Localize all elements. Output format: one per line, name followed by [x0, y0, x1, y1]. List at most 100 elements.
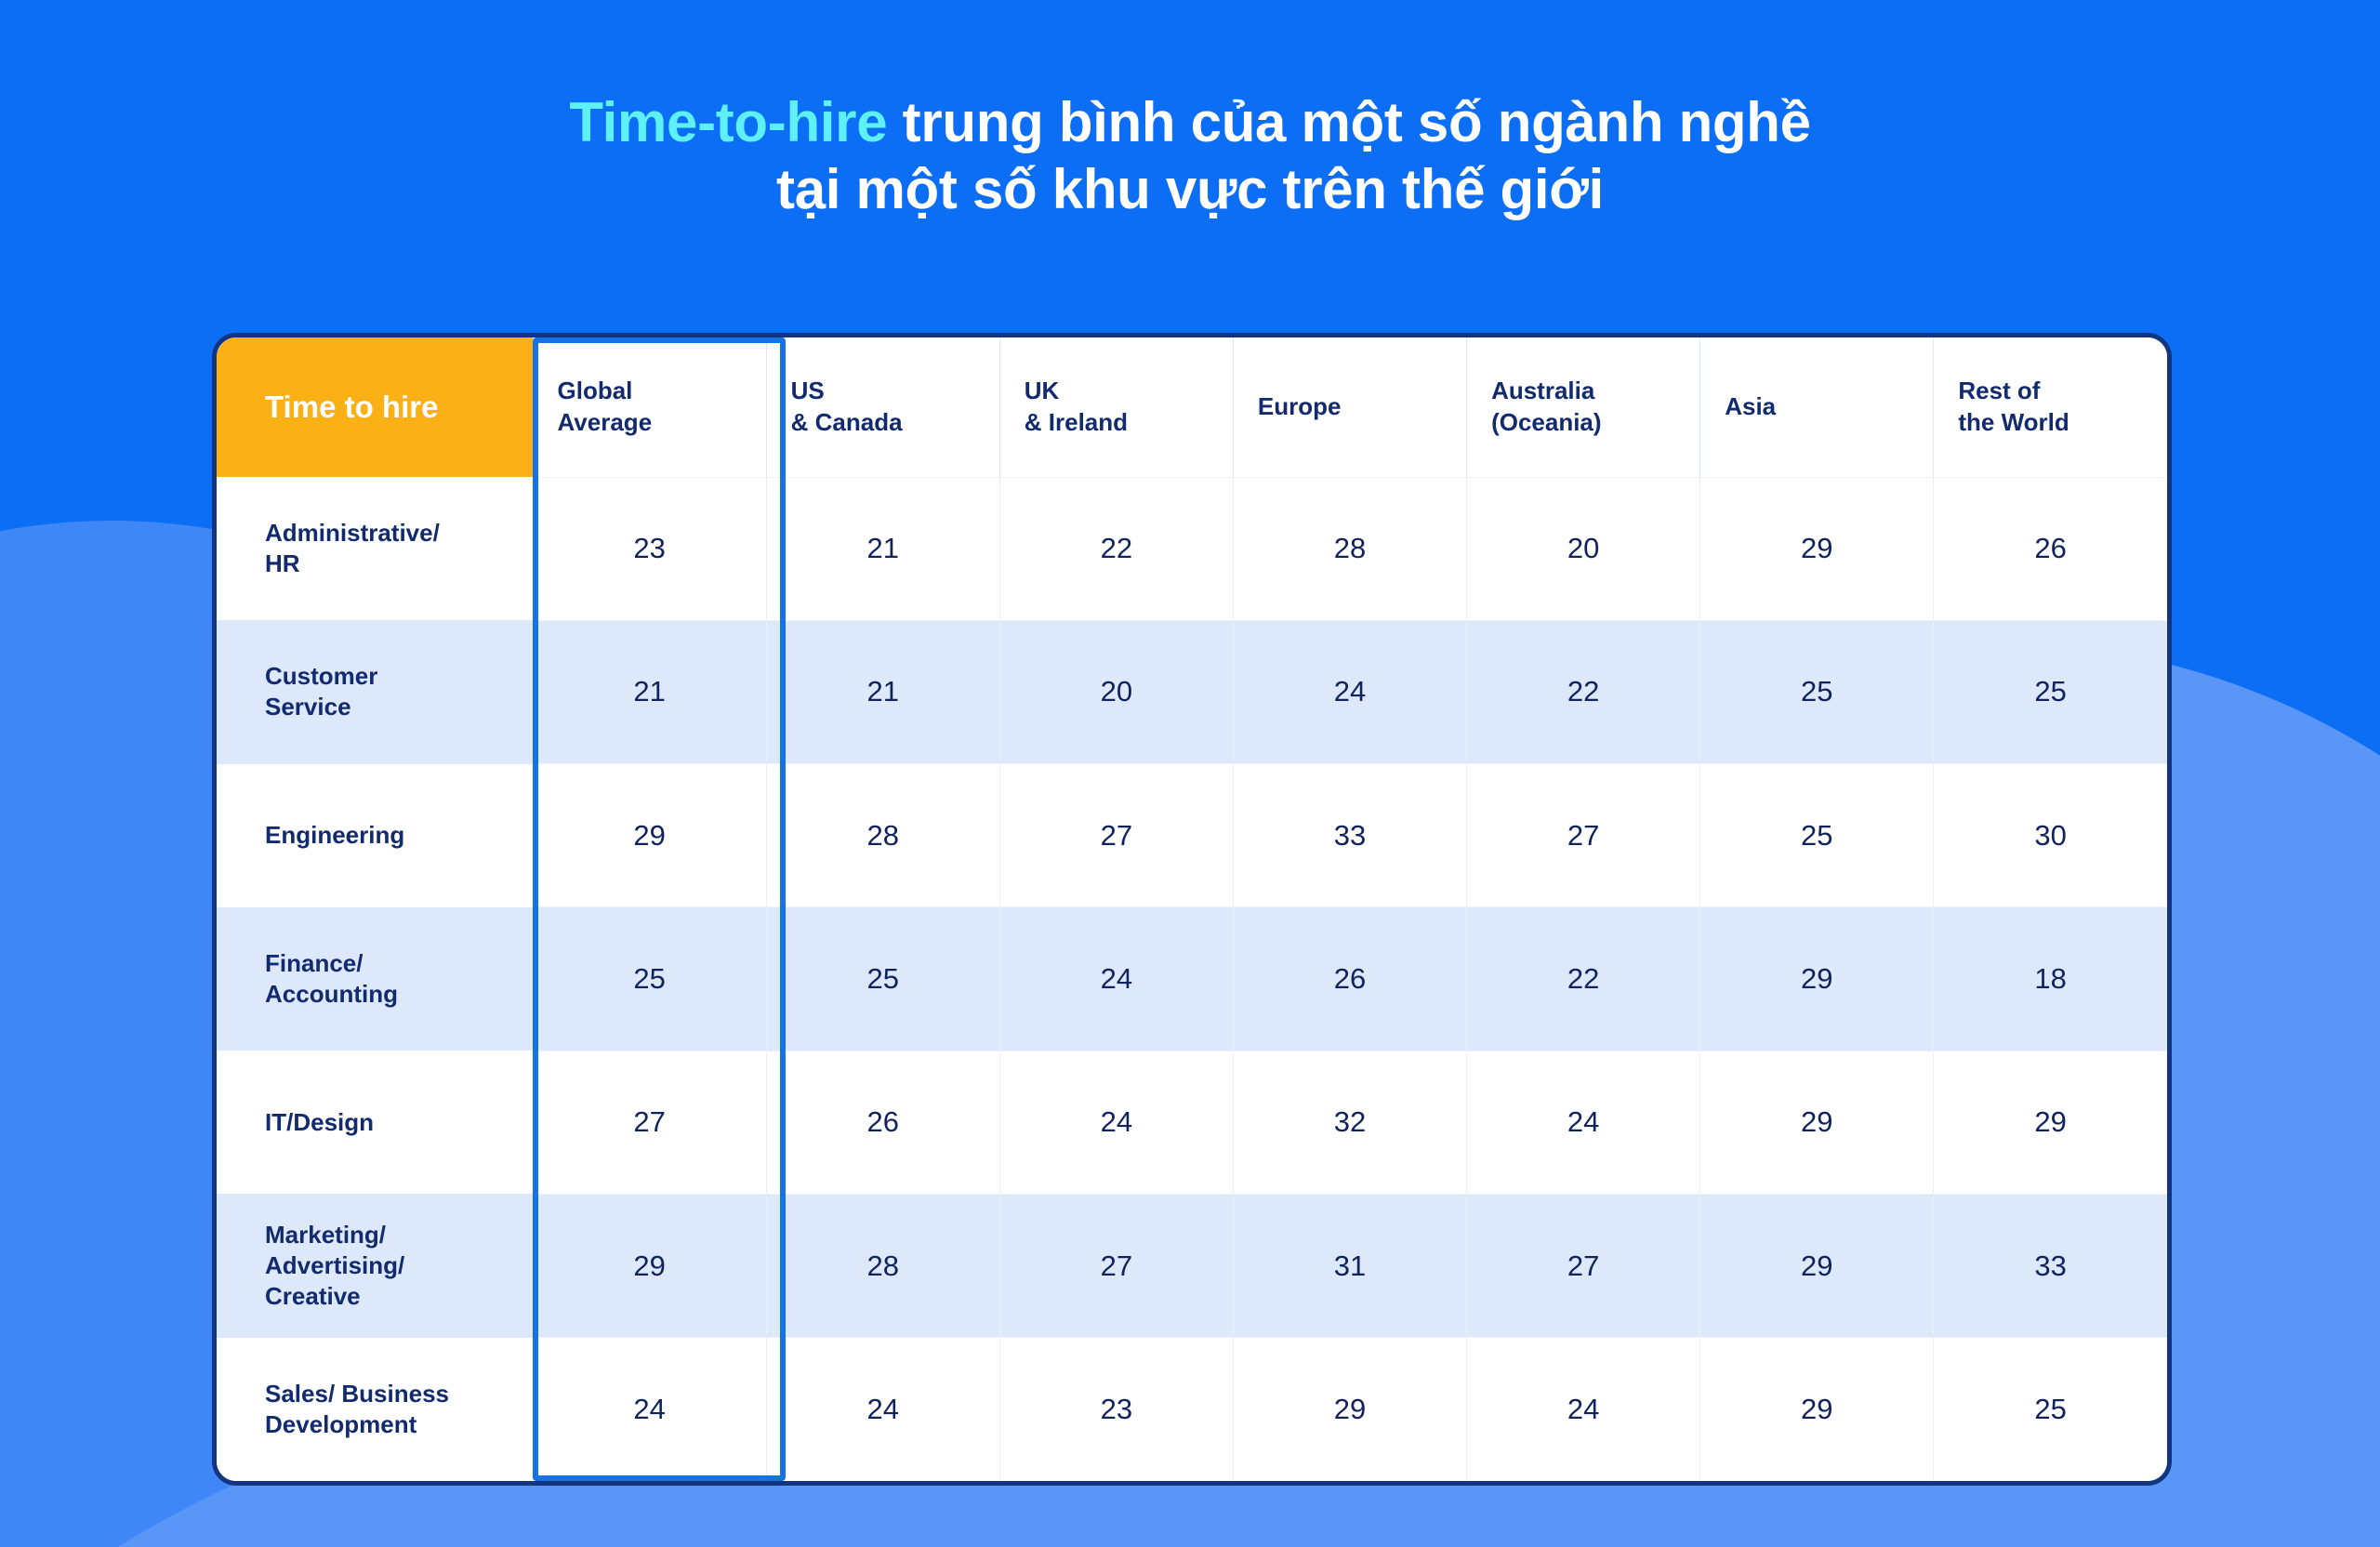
column-header-line1: UK — [1024, 376, 1060, 404]
row-label: Sales/ Business Development — [217, 1337, 533, 1481]
cell-value: 20 — [998, 619, 1234, 764]
page-title: Time-to-hire trung bình của một số ngành… — [0, 0, 2380, 223]
cell-value: 24 — [1466, 1050, 1700, 1195]
table-body: Administrative/HR 23 21 22 28 20 29 26 Customer S… — [217, 476, 2167, 1481]
row-label: IT/Design — [217, 1051, 533, 1195]
row-label: Marketing/Advertising/Creative — [217, 1194, 533, 1338]
cell-value: 25 — [1699, 619, 1934, 764]
column-header-line1: Australia — [1491, 376, 1595, 404]
row-label: Engineering — [217, 763, 533, 907]
cell-value: 27 — [1466, 763, 1700, 907]
cell-value: 26 — [1933, 476, 2167, 621]
cell-value: 29 — [1232, 1337, 1467, 1481]
table-header-row: Time to hire Global Average US & Canada UK & … — [217, 337, 2167, 477]
cell-value: 28 — [765, 1193, 1000, 1338]
table-row: Administrative/HR 23 21 22 28 20 29 26 — [217, 476, 2167, 621]
table-row: Customer Service 21 21 20 24 22 25 25 — [217, 619, 2167, 764]
cell-value: 28 — [765, 763, 1000, 907]
column-header-line1: Global — [557, 376, 633, 404]
column-header-1: US & Canada — [765, 337, 1000, 477]
column-header-4: Australia (Oceania) — [1466, 337, 1700, 477]
cell-value: 25 — [532, 906, 767, 1051]
row-label-line: Development — [265, 1409, 417, 1438]
table-header: Time to hire Global Average US & Canada UK & … — [217, 337, 2167, 477]
cell-value: 29 — [1699, 1193, 1934, 1338]
cell-value: 24 — [765, 1337, 1000, 1481]
cell-value: 22 — [1466, 619, 1700, 764]
column-header-line2: the World — [1958, 407, 2069, 436]
row-label-line: Customer — [265, 662, 378, 691]
cell-value: 29 — [532, 1193, 767, 1338]
row-label-line: Administrative/ — [265, 518, 440, 547]
column-header-line1: Rest of — [1958, 376, 2041, 404]
row-label-line: HR — [265, 549, 300, 578]
cell-value: 29 — [1699, 906, 1934, 1051]
cell-value: 32 — [1232, 1050, 1467, 1195]
column-header-0: Global Average — [532, 337, 767, 477]
column-header-line1: Asia — [1725, 391, 1777, 420]
cell-value: 24 — [998, 906, 1234, 1051]
title-accent-text: Time-to-hire — [569, 91, 888, 153]
data-table-card: Time to hire Global Average US & Canada UK & … — [212, 333, 2172, 1486]
cell-value: 26 — [1232, 906, 1467, 1051]
cell-value: 21 — [532, 619, 767, 764]
column-header-line2: & Canada — [790, 407, 903, 436]
cell-value: 27 — [532, 1050, 767, 1195]
title-rest-text: trung bình của một số ngành nghề — [887, 91, 1811, 153]
cell-value: 20 — [1466, 476, 1700, 621]
cell-value: 21 — [765, 476, 1000, 621]
column-header-line1: Europe — [1257, 391, 1342, 420]
cell-value: 29 — [1699, 1337, 1934, 1481]
table-corner-header: Time to hire — [217, 337, 533, 477]
cell-value: 27 — [998, 763, 1234, 907]
column-header-line2: (Oceania) — [1491, 407, 1602, 436]
cell-value: 25 — [1933, 619, 2167, 764]
row-label-line: Service — [265, 693, 351, 721]
cell-value: 29 — [1699, 476, 1934, 621]
cell-value: 25 — [1699, 763, 1934, 907]
table-row: Engineering 29 28 27 33 27 25 30 — [217, 763, 2167, 907]
column-header-2: UK & Ireland — [998, 337, 1234, 477]
row-label-line: Sales/ Business — [265, 1379, 449, 1408]
cell-value: 27 — [998, 1193, 1234, 1338]
row-label-line: Marketing/ — [265, 1220, 387, 1249]
table-row: Finance/Accounting 25 25 24 26 22 29 18 — [217, 906, 2167, 1051]
row-label-line: Finance/ — [265, 948, 364, 977]
time-to-hire-table: Time to hire Global Average US & Canada UK & … — [217, 337, 2167, 1481]
cell-value: 23 — [532, 476, 767, 621]
cell-value: 24 — [1466, 1337, 1700, 1481]
cell-value: 28 — [1232, 476, 1467, 621]
cell-value: 31 — [1232, 1193, 1467, 1338]
cell-value: 24 — [1232, 619, 1467, 764]
cell-value: 21 — [765, 619, 1000, 764]
row-label-line: Creative — [265, 1282, 361, 1311]
column-header-line2: Average — [557, 407, 653, 436]
column-header-5: Asia — [1699, 337, 1934, 477]
row-label: Administrative/HR — [217, 477, 533, 621]
column-header-6: Rest of the World — [1933, 337, 2167, 477]
column-header-line2: & Ireland — [1024, 407, 1129, 436]
cell-value: 22 — [998, 476, 1234, 621]
row-label-line: Engineering — [265, 821, 405, 850]
cell-value: 33 — [1232, 763, 1467, 907]
cell-value: 25 — [1933, 1337, 2167, 1481]
row-label-line: Accounting — [265, 979, 398, 1008]
cell-value: 25 — [765, 906, 1000, 1051]
cell-value: 33 — [1933, 1193, 2167, 1338]
row-label: Customer Service — [217, 620, 533, 764]
cell-value: 18 — [1933, 906, 2167, 1051]
title-line-2: tại một số khu vực trên thế giới — [776, 158, 1604, 220]
table-row: Sales/ Business Development 24 24 23 29 24 29 25 — [217, 1337, 2167, 1481]
row-label: Finance/Accounting — [217, 906, 533, 1051]
table-row: IT/Design 27 26 24 32 24 29 29 — [217, 1050, 2167, 1195]
row-label-line: Advertising/ — [265, 1250, 405, 1279]
cell-value: 29 — [532, 763, 767, 907]
cell-value: 29 — [1933, 1050, 2167, 1195]
cell-value: 24 — [998, 1050, 1234, 1195]
cell-value: 29 — [1699, 1050, 1934, 1195]
title-line-1: Time-to-hire trung bình của một số ngành… — [0, 89, 2380, 156]
cell-value: 24 — [532, 1337, 767, 1481]
table-row: Marketing/Advertising/Creative 29 28 27 31 27… — [217, 1193, 2167, 1338]
cell-value: 22 — [1466, 906, 1700, 1051]
cell-value: 27 — [1466, 1193, 1700, 1338]
